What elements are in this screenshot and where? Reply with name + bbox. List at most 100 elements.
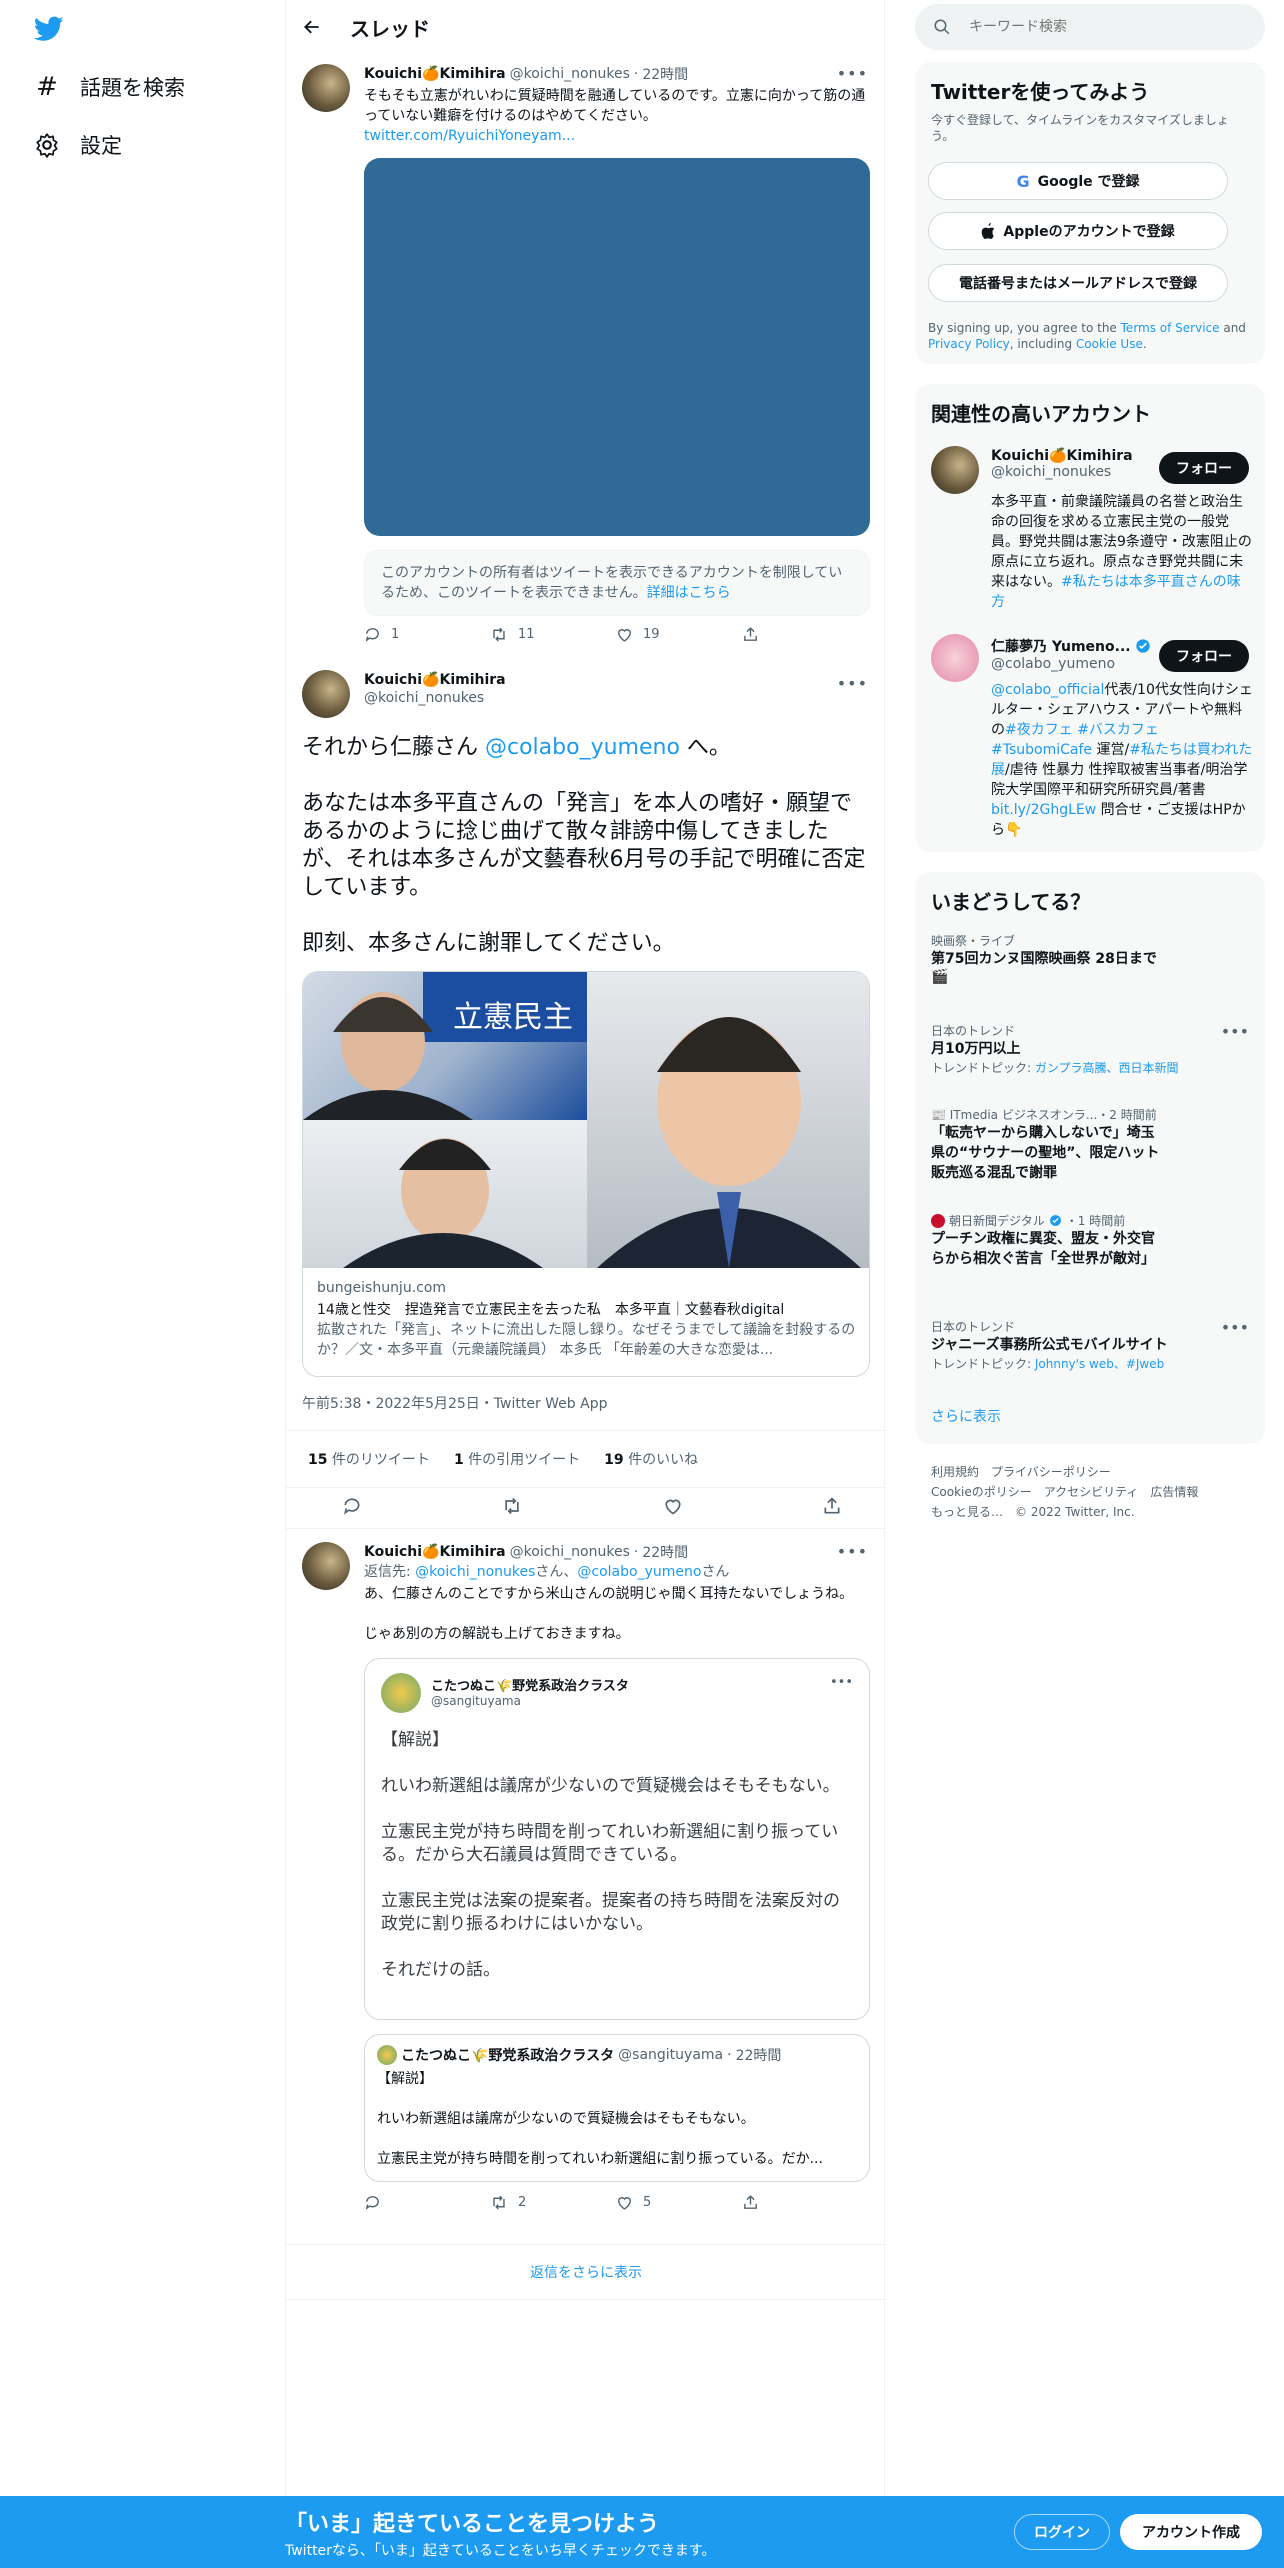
back-arrow-icon[interactable] [302,17,322,37]
tweet-time[interactable]: 22時間 [642,1542,688,1562]
more-icon[interactable]: ••• [837,64,868,83]
mention-link[interactable]: @koichi_nonukes [415,1564,535,1580]
mention-link[interactable]: @colabo_yumeno [577,1564,701,1580]
embedded-tweet-image[interactable]: こたつぬこ🌾野党系政治クラスタ @sangituyama ••• 【解説】 れい… [364,1658,870,2020]
tweet-actions: 1 11 19 [364,626,868,643]
nav-settings[interactable]: 設定 [34,130,122,160]
trend-item[interactable]: 映画祭・ライブ 第75回カンヌ国際映画祭 28日まで 🎬 [931,932,1249,985]
nav-explore[interactable]: # 話題を検索 [34,72,185,102]
author-handle[interactable]: @koichi_nonukes [364,690,506,706]
reply-icon[interactable] [342,1496,362,1516]
thread-header: スレッド [286,0,884,54]
card-meta: bungeishunju.com 14歳と性交 捏造発言で立憲民主を去った私 本… [303,1268,869,1370]
signup-banner: 「いま」起きていることを見つけよう Twitterなら、「いま」起きていることを… [0,2496,1284,2568]
login-button[interactable]: ログイン [1014,2514,1110,2550]
account-name[interactable]: 仁藤夢乃 Yumeno... [991,636,1131,656]
phone-signup-button[interactable]: 電話番号またはメールアドレスで登録 [928,264,1228,302]
trend-item[interactable]: 日本のトレンド ジャニーズ事務所公式モバイルサイト トレンドトピック: John… [931,1318,1249,1372]
gear-icon [34,132,60,158]
google-signup-button[interactable]: G Google で登録 [928,162,1228,200]
terms-text: By signing up, you agree to the Terms of… [928,321,1246,351]
clapper-icon: 🎬 [931,969,949,985]
avatar [381,1673,421,1713]
tweet-text: じゃあ別の方の解説も上げておきますね。 [364,1626,630,1642]
avatar[interactable] [931,634,979,682]
apple-icon [981,223,995,239]
quote-stat[interactable]: 1 件の引用ツイート [454,1449,580,1469]
tweet-main[interactable]: Kouichi🍊Kimihira @koichi_nonukes ••• それか… [286,668,886,1518]
tweet-1[interactable]: Kouichi🍊Kimihira @koichi_nonukes · 22時間 … [302,64,870,654]
avatar[interactable] [302,1542,350,1590]
avatar[interactable] [302,670,350,718]
search-input[interactable] [969,19,1229,35]
footer-links: 利用規約 プライバシーポリシー Cookieのポリシー アクセシビリティ 広告情… [931,1465,1199,1519]
apple-signup-button[interactable]: Appleのアカウントで登録 [928,212,1228,250]
trend-item[interactable]: 📰 ITmedia ビジネスオンラ...・2 時間前 「転売ヤーから購入しないで… [931,1106,1161,1183]
author-name[interactable]: Kouichi🍊Kimihira [364,1544,506,1560]
reply-button[interactable] [364,2194,490,2211]
retweet-button[interactable]: 2 [490,2194,616,2211]
learn-more-link[interactable]: 詳細はこちら [647,585,731,601]
author-handle[interactable]: @koichi_nonukes [510,66,630,82]
card-image [303,1120,587,1268]
search-box[interactable] [915,4,1265,50]
author-handle[interactable]: @koichi_nonukes [510,1544,630,1560]
author-name[interactable]: Kouichi🍊Kimihira [364,66,506,82]
share-icon [742,626,759,643]
share-icon[interactable] [822,1496,842,1516]
like-button[interactable]: 19 [616,626,742,643]
like-button[interactable]: 5 [616,2194,742,2211]
show-more-trends[interactable]: さらに表示 [931,1406,1001,1426]
avatar [377,2045,397,2065]
reply-context: 返信先: @koichi_nonukesさん、@colabo_yumenoさん [364,1564,730,1580]
heart-icon[interactable] [663,1496,683,1516]
quoted-tweet[interactable]: こたつぬこ🌾野党系政治クラスタ @sangituyama · 22時間 【解説】… [364,2034,870,2182]
trend-item[interactable]: 日本のトレンド 月10万円以上 トレンドトピック: ガンプラ高騰、西日本新聞 •… [931,1022,1249,1076]
tweet-actions [342,1496,842,1516]
follow-button[interactable]: フォロー [1159,640,1249,672]
show-more-replies[interactable]: 返信をさらに表示 [286,2244,886,2300]
cookie-link[interactable]: Cookie Use [1076,337,1143,351]
card-image [587,972,869,1268]
retweet-icon [490,626,508,643]
avatar[interactable] [302,64,350,112]
mention-link[interactable]: @colabo_yumeno [485,735,680,760]
tweet-stats: 15 件のリツイート 1 件の引用ツイート 19 件のいいね [286,1430,886,1488]
tweet-actions: 2 5 [364,2194,868,2211]
signup-button[interactable]: アカウント作成 [1120,2514,1262,2550]
more-icon[interactable]: ••• [1221,1318,1249,1337]
news-source-icon [931,1213,945,1228]
like-stat[interactable]: 19 件のいいね [604,1449,698,1469]
card-image: 立憲民主 [303,972,587,1120]
more-icon[interactable]: ••• [1221,1022,1249,1041]
banner-subtitle: Twitterなら、「いま」起きていることをいち早くチェックできます。 [285,2543,716,2559]
card-title: 14歳と性交 捏造発言で立憲民主を去った私 本多平直｜文藝春秋digital [317,1302,785,1318]
account-name[interactable]: Kouichi🍊Kimihira [991,448,1133,464]
related-accounts-card: 関連性の高いアカウント Kouichi🍊Kimihira @koichi_non… [915,384,1265,852]
retweet-stat[interactable]: 15 件のリツイート [308,1449,430,1469]
tweet-reply[interactable]: Kouichi🍊Kimihira @koichi_nonukes · 22時間 … [302,1542,870,2242]
terms-link[interactable]: Terms of Service [1121,321,1220,335]
trend-item[interactable]: 朝日新聞デジタル ・1 時間前 プーチン政権に異変、盟友・外交官らから相次ぐ苦言「… [931,1212,1161,1269]
verified-icon [1135,638,1151,654]
tweet-timestamp[interactable]: 午前5:38・2022年5月25日・Twitter Web App [302,1393,607,1413]
retweet-icon[interactable] [501,1496,523,1516]
follow-button[interactable]: フォロー [1159,452,1249,484]
media-placeholder[interactable] [364,158,870,536]
avatar[interactable] [931,446,979,494]
tweet-link[interactable]: twitter.com/RyuichiYoneyam... [364,126,868,146]
reply-button[interactable]: 1 [364,626,490,643]
author-name[interactable]: Kouichi🍊Kimihira [364,672,506,688]
share-button[interactable] [742,2194,868,2211]
tweet-time[interactable]: 22時間 [642,64,688,84]
account-bio: 本多平直・前衆議院議員の名誉と政治生命の回復を求める立憲民主党の一般党員。野党共… [991,494,1252,610]
more-icon[interactable]: ••• [837,1542,868,1561]
account-bio: @colabo_official代表/10代女性向けシェルター・シェアハウス・ア… [991,682,1253,838]
privacy-link[interactable]: Privacy Policy [928,337,1010,351]
share-button[interactable] [742,626,868,643]
more-icon[interactable]: ••• [837,674,868,693]
link-card[interactable]: 立憲民主 bungeishunju.com 14歳と性交 捏造発言で立憲民主を去… [302,971,870,1377]
retweet-button[interactable]: 11 [490,626,616,643]
twitter-logo-icon[interactable] [34,16,64,42]
signup-title: Twitterを使ってみよう [931,80,1150,104]
